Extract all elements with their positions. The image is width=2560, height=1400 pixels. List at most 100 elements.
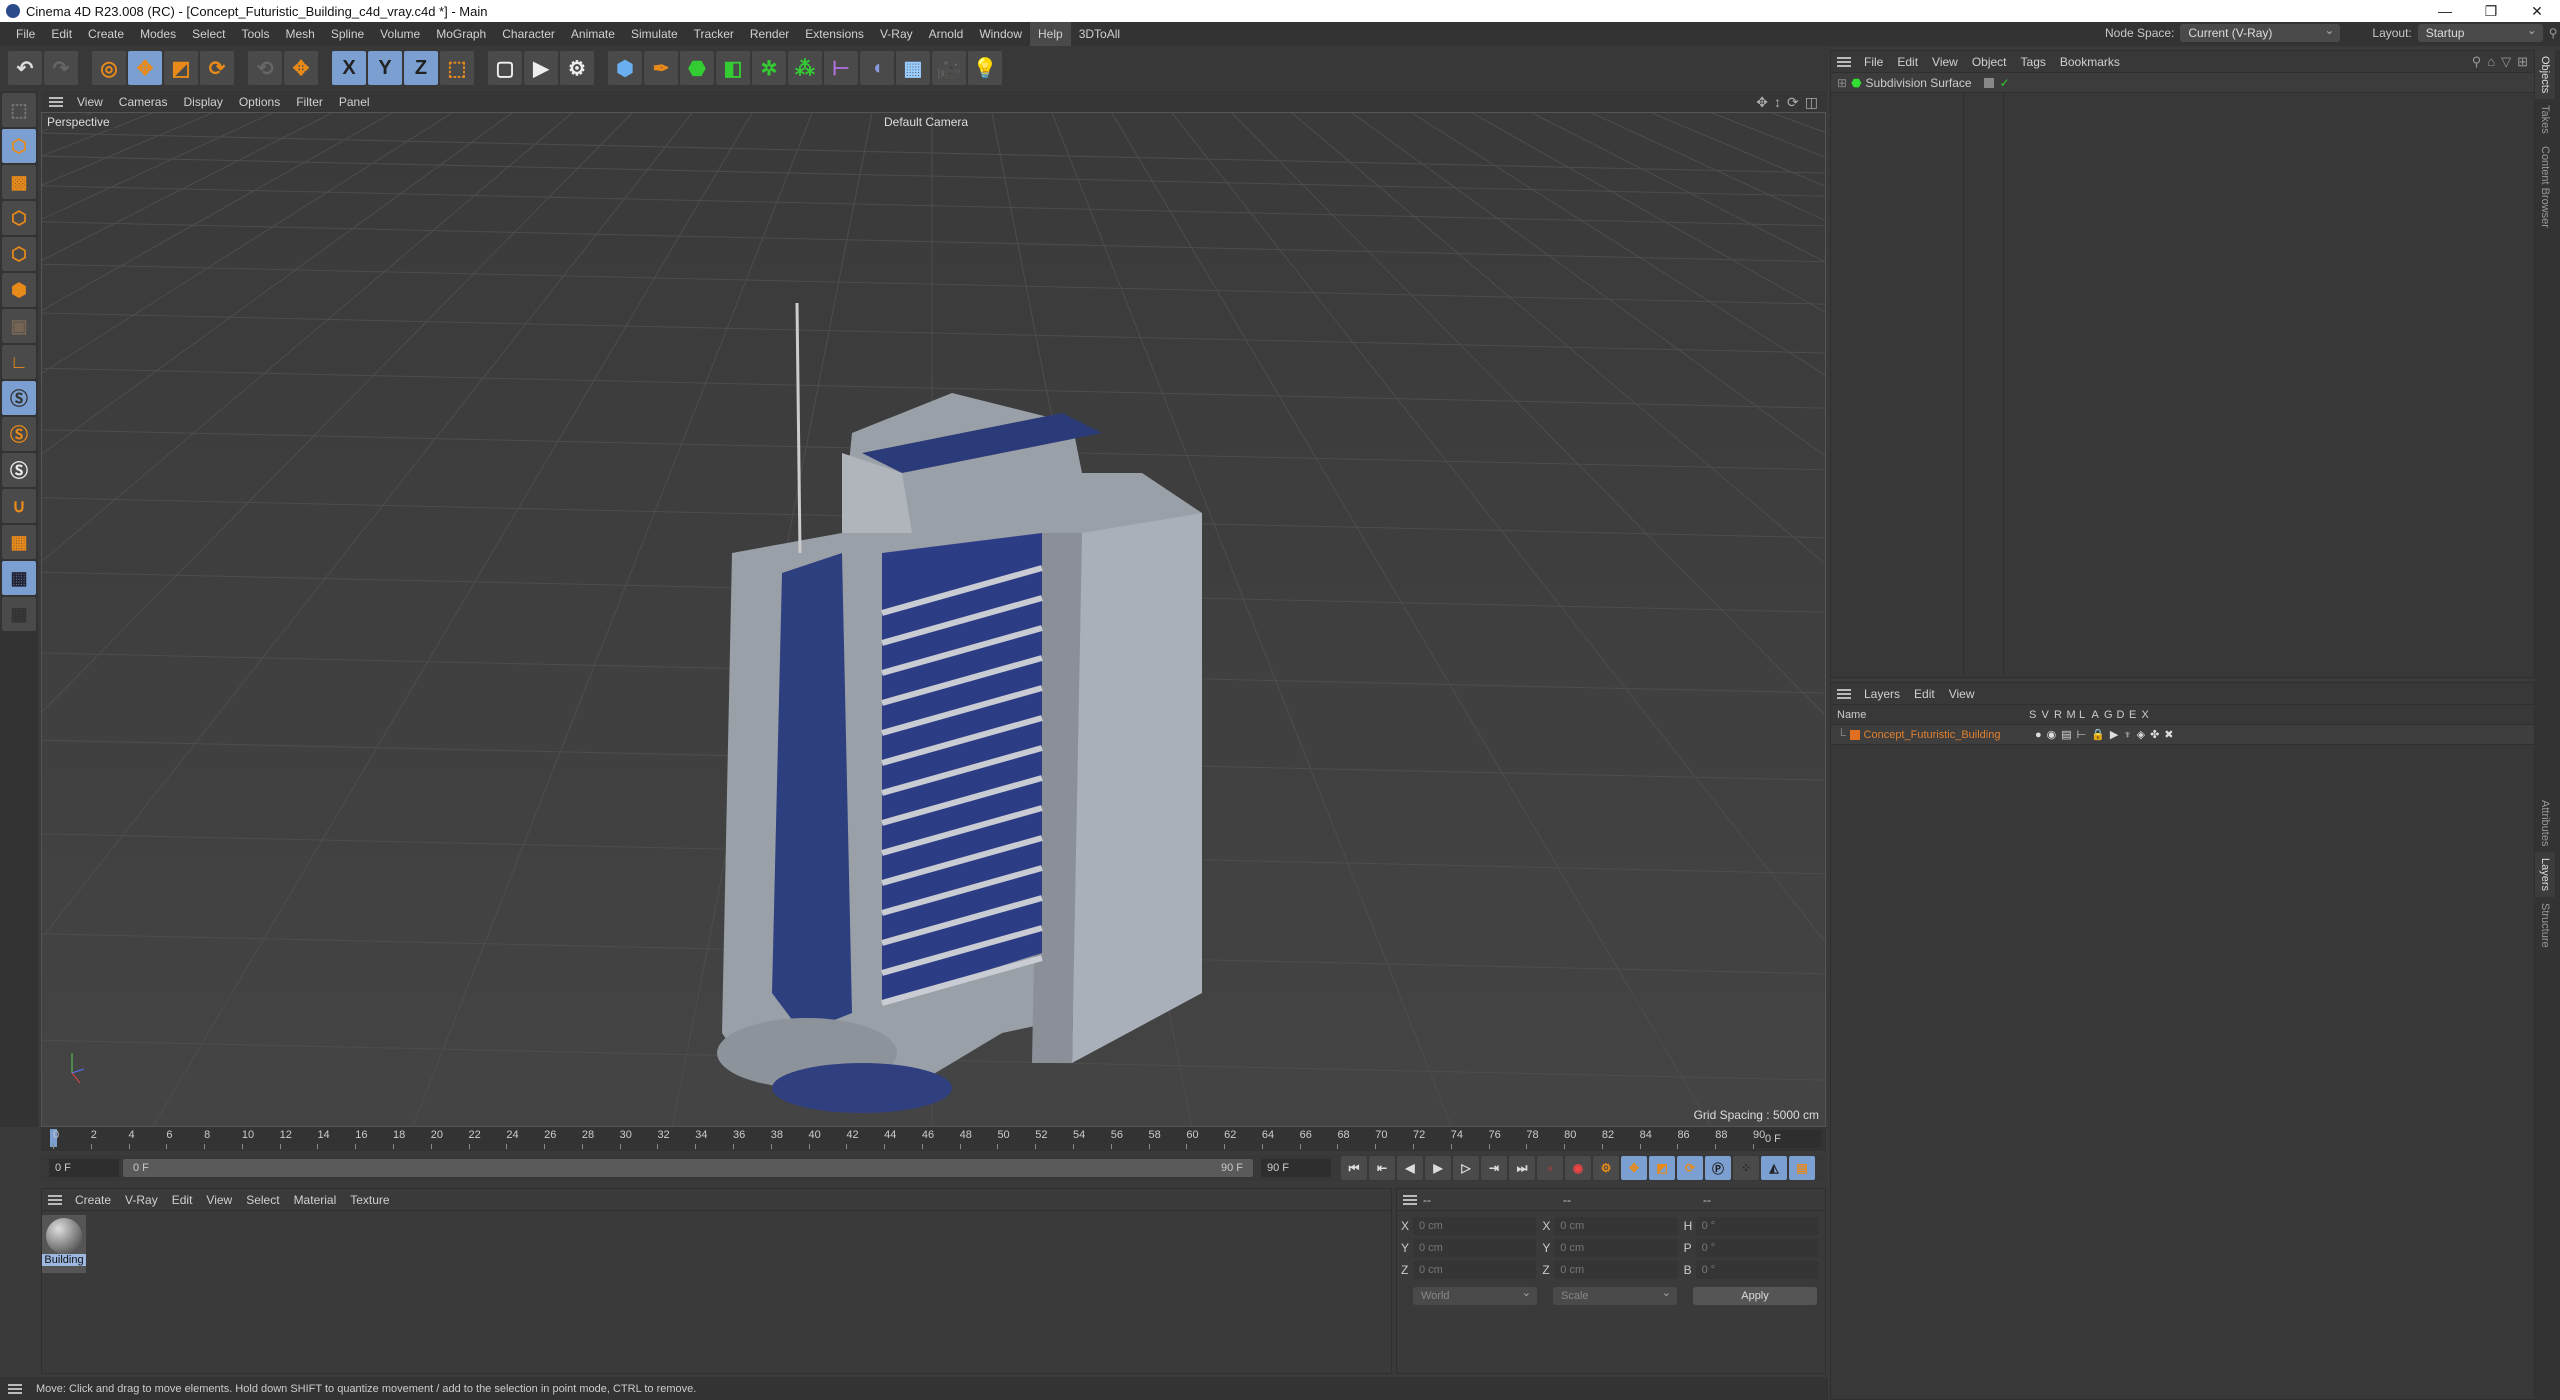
search-icon[interactable]: ⚲ xyxy=(2472,54,2482,70)
layer-column-x[interactable]: X xyxy=(2142,709,2155,721)
side-tab-layers[interactable]: Layers xyxy=(2535,852,2555,898)
search-icon[interactable]: ⚲ xyxy=(2549,26,2558,40)
layer-column-d[interactable]: D xyxy=(2117,709,2130,721)
maximize-view-icon[interactable]: ◫ xyxy=(1805,94,1818,111)
viewport-menu-display[interactable]: Display xyxy=(175,95,230,109)
go-to-start-icon[interactable]: ⏮ xyxy=(1341,1156,1367,1180)
material-menu-material[interactable]: Material xyxy=(287,1193,344,1207)
go-to-end-icon[interactable]: ⏭ xyxy=(1509,1156,1535,1180)
menu-mesh[interactable]: Mesh xyxy=(277,22,322,46)
hamburger-icon[interactable] xyxy=(1403,1194,1417,1205)
extrude-icon[interactable]: ◧ xyxy=(716,51,750,85)
viewport-menu-options[interactable]: Options xyxy=(231,95,288,109)
layer-color-swatch[interactable] xyxy=(1849,729,1860,740)
uv-mode-icon[interactable]: ▣ xyxy=(2,309,36,343)
layer-column-name[interactable]: Name xyxy=(1837,709,2029,721)
new-window-icon[interactable]: ⊞ xyxy=(2517,54,2528,70)
redo-button[interactable]: ↷ xyxy=(44,51,78,85)
coordinate-field[interactable]: 0 cm xyxy=(1554,1217,1678,1235)
record-icon[interactable]: ● xyxy=(1537,1156,1563,1180)
cube-icon[interactable]: ⬢ xyxy=(608,51,642,85)
frame-range-slider[interactable]: 0 F 90 F xyxy=(123,1159,1253,1177)
coordinate-field[interactable]: 0 cm xyxy=(1412,1217,1537,1235)
key-position-icon[interactable]: ✥ xyxy=(1621,1156,1647,1180)
layer-column-g[interactable]: G xyxy=(2104,709,2117,721)
menu-spline[interactable]: Spline xyxy=(323,22,372,46)
menu-render[interactable]: Render xyxy=(742,22,797,46)
cloner-icon[interactable]: ✲ xyxy=(752,51,786,85)
make-editable-icon[interactable]: ⬚ xyxy=(2,93,36,127)
coordinate-mode-dropdown[interactable]: World xyxy=(1413,1284,1537,1305)
mograph-icon[interactable]: ⁂ xyxy=(788,51,822,85)
hamburger-icon[interactable] xyxy=(1837,56,1851,67)
menu-simulate[interactable]: Simulate xyxy=(623,22,686,46)
render-settings-button[interactable]: ⚙ xyxy=(560,51,594,85)
side-tab-attributes[interactable]: Attributes xyxy=(2535,794,2555,852)
axis-mode-icon[interactable]: ∟ xyxy=(2,345,36,379)
material-menu-texture[interactable]: Texture xyxy=(343,1193,396,1207)
layer-column-m[interactable]: M xyxy=(2067,709,2080,721)
menu-mograph[interactable]: MoGraph xyxy=(428,22,494,46)
3d-view[interactable]: Perspective Default Camera Grid Spacing … xyxy=(41,112,1826,1127)
side-tab-content-browser[interactable]: Content Browser xyxy=(2535,140,2555,234)
coordinate-field[interactable]: 0 ° xyxy=(1695,1239,1819,1257)
y-axis-button[interactable]: Y xyxy=(368,51,402,85)
layer-menu-edit[interactable]: Edit xyxy=(1907,687,1942,701)
transform-tool-button[interactable]: ✥ xyxy=(284,51,318,85)
psr-button[interactable]: ⟲ xyxy=(248,51,282,85)
viewport-menu-panel[interactable]: Panel xyxy=(331,95,378,109)
start-frame-field[interactable]: 0 F xyxy=(49,1159,119,1177)
menu-volume[interactable]: Volume xyxy=(372,22,428,46)
current-frame-field[interactable]: 0 F xyxy=(1759,1130,1821,1148)
object-menu-file[interactable]: File xyxy=(1857,55,1890,69)
layer-column-v[interactable]: V xyxy=(2042,709,2055,721)
polygons-mode-icon[interactable]: ⬢ xyxy=(2,273,36,307)
live-selection-button[interactable]: ◎ xyxy=(92,51,126,85)
visibility-toggle-icon[interactable] xyxy=(1983,77,1994,88)
edges-mode-icon[interactable]: ⬡ xyxy=(2,237,36,271)
coordinate-field[interactable]: 0 cm xyxy=(1412,1261,1537,1279)
side-tab-structure[interactable]: Structure xyxy=(2535,897,2555,954)
menu-create[interactable]: Create xyxy=(80,22,132,46)
layer-toggle-icons[interactable]: ●◉▤⊢🔒▶♆◈✤✖ xyxy=(2035,728,2179,741)
pan-icon[interactable]: ✥ xyxy=(1756,94,1768,111)
play-icon[interactable]: ▶ xyxy=(1425,1156,1451,1180)
workplane-align-icon[interactable]: ▦ xyxy=(2,597,36,631)
key-rotation-icon[interactable]: ⟳ xyxy=(1677,1156,1703,1180)
hamburger-icon[interactable] xyxy=(48,1194,62,1205)
hamburger-icon[interactable] xyxy=(49,96,63,107)
key-pla-icon[interactable]: ⁘ xyxy=(1733,1156,1759,1180)
menu-edit[interactable]: Edit xyxy=(43,22,80,46)
render-view-button[interactable]: ▢ xyxy=(488,51,522,85)
menu-vray[interactable]: V-Ray xyxy=(872,22,921,46)
move-tool-button[interactable]: ✥ xyxy=(128,51,162,85)
menu-file[interactable]: File xyxy=(8,22,43,46)
coordinate-field[interactable]: 0 cm xyxy=(1554,1261,1678,1279)
menu-animate[interactable]: Animate xyxy=(563,22,623,46)
menu-window[interactable]: Window xyxy=(971,22,1030,46)
viewport-menu-cameras[interactable]: Cameras xyxy=(111,95,176,109)
points-mode-icon[interactable]: ⬡ xyxy=(2,201,36,235)
viewport-menu-view[interactable]: View xyxy=(69,95,111,109)
layer-menu-view[interactable]: View xyxy=(1942,687,1982,701)
sound-icon[interactable]: ◭ xyxy=(1761,1156,1787,1180)
texture-mode-icon[interactable]: ▩ xyxy=(2,165,36,199)
object-row[interactable]: ⊞ ⬣ Subdivision Surface ✓ xyxy=(1831,73,2534,93)
enabled-check-icon[interactable]: ✓ xyxy=(2000,76,2010,90)
coordinate-field[interactable]: 0 cm xyxy=(1554,1239,1678,1257)
maximize-button[interactable]: ❐ xyxy=(2468,0,2514,22)
menu-arnold[interactable]: Arnold xyxy=(921,22,972,46)
layer-column-r[interactable]: R xyxy=(2054,709,2067,721)
key-scale-icon[interactable]: ◩ xyxy=(1649,1156,1675,1180)
coordinate-system-button[interactable]: ⬚ xyxy=(440,51,474,85)
menu-select[interactable]: Select xyxy=(184,22,233,46)
scale-tool-button[interactable]: ◩ xyxy=(164,51,198,85)
next-key-icon[interactable]: ⇥ xyxy=(1481,1156,1507,1180)
material-swatch[interactable]: Building xyxy=(42,1215,86,1273)
floor-icon[interactable]: ▦ xyxy=(896,51,930,85)
x-axis-button[interactable]: X xyxy=(332,51,366,85)
menu-tools[interactable]: Tools xyxy=(233,22,277,46)
timeline-ruler[interactable]: 0 F 0 2 4 6 8 10 12 14 16 18 20 22 24 26 28 30 32 34 36 38 4… xyxy=(41,1127,1826,1151)
apply-button[interactable]: Apply xyxy=(1693,1287,1817,1305)
z-axis-button[interactable]: Z xyxy=(404,51,438,85)
